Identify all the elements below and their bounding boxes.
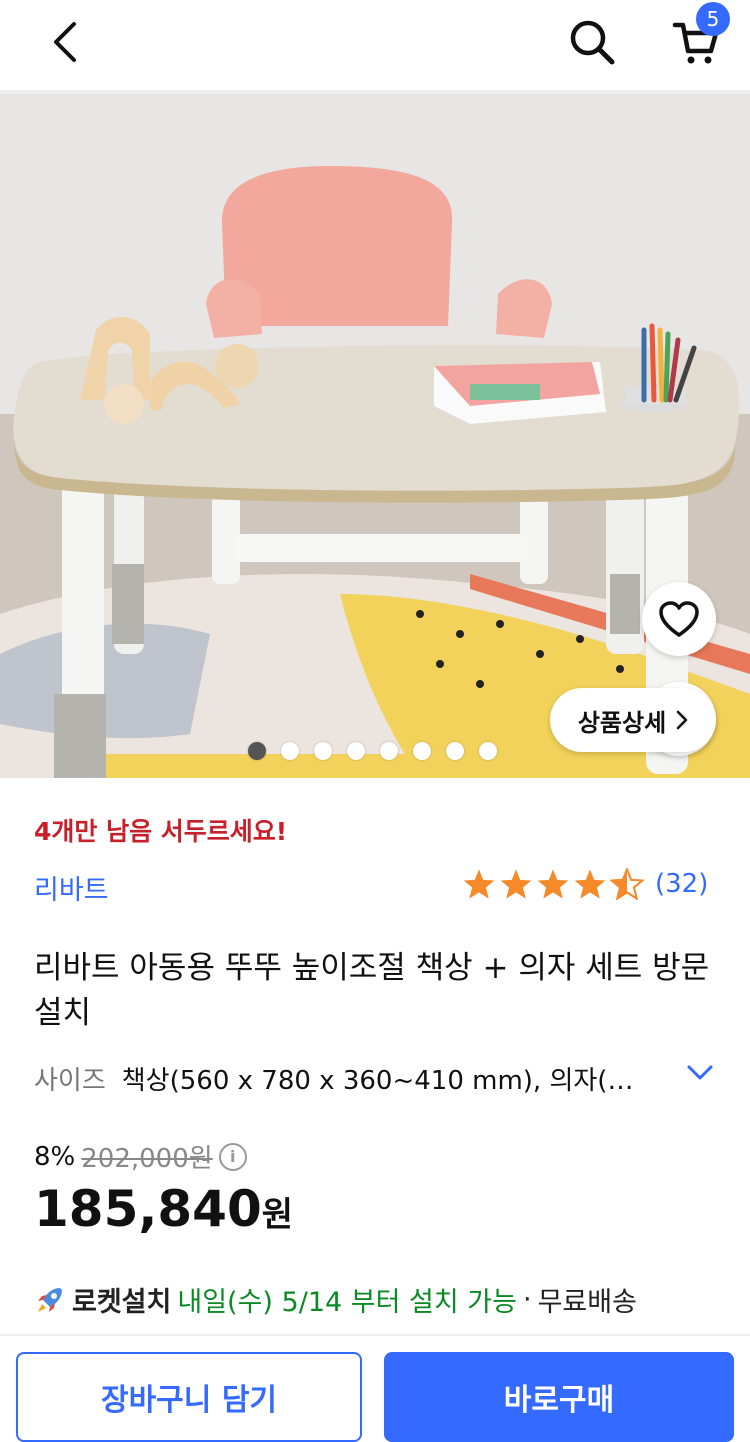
free-shipping: 무료배송 xyxy=(537,1287,637,1318)
product-detail-label: 상품상세 xyxy=(577,708,667,737)
carousel-dot[interactable] xyxy=(446,742,464,760)
chevron-right-icon xyxy=(676,710,688,730)
star-icon xyxy=(574,869,606,899)
star-icon xyxy=(537,869,569,899)
wishlist-button[interactable] xyxy=(642,582,716,656)
cart-count-badge: 5 xyxy=(696,2,730,36)
heart-icon xyxy=(659,601,699,637)
separator: · xyxy=(522,1284,532,1315)
chevron-down-icon xyxy=(687,1065,713,1080)
search-button[interactable] xyxy=(562,12,622,72)
back-button[interactable] xyxy=(38,14,94,70)
delivery-info: 로켓설치 내일(수) 5/14 부터 설치 가능 · 무료배송 xyxy=(34,1280,637,1319)
option-value: 책상(560 x 780 x 360~410 mm), 의자(… xyxy=(121,1066,634,1096)
carousel-dot[interactable] xyxy=(380,742,398,760)
brand-link[interactable]: 리바트 xyxy=(34,868,109,907)
sale-price: 185,840원 xyxy=(34,1180,293,1238)
sale-price-number: 185,840 xyxy=(34,1180,262,1238)
bottom-action-bar: 장바구니 담기 바로구매 xyxy=(0,1334,750,1442)
rocket-icon xyxy=(38,1287,62,1312)
half-star-icon xyxy=(610,868,644,900)
product-photo xyxy=(0,94,750,778)
carousel-dot[interactable] xyxy=(314,742,332,760)
rocket-install-label: 로켓설치 xyxy=(72,1287,172,1318)
stock-notice: 4개만 남음 서두르세요! xyxy=(34,817,288,846)
product-image-carousel[interactable] xyxy=(0,94,750,778)
back-arrow-icon xyxy=(54,22,76,62)
add-to-cart-button[interactable]: 장바구니 담기 xyxy=(16,1352,362,1442)
search-icon xyxy=(570,20,615,65)
discount-rate: 8% xyxy=(34,1141,76,1172)
install-schedule: 내일(수) 5/14 부터 설치 가능 xyxy=(177,1287,517,1318)
carousel-dot[interactable] xyxy=(347,742,365,760)
buy-now-button[interactable]: 바로구매 xyxy=(384,1352,734,1442)
carousel-dot[interactable] xyxy=(479,742,497,760)
product-detail-button[interactable]: 상품상세 xyxy=(550,688,716,752)
carousel-indicators xyxy=(248,742,497,760)
option-label: 사이즈 xyxy=(34,1066,106,1096)
info-icon[interactable]: i xyxy=(218,1142,247,1171)
option-selector[interactable]: 사이즈 책상(560 x 780 x 360~410 mm), 의자(… xyxy=(34,1060,724,1097)
star-icon xyxy=(500,869,532,899)
star-icon xyxy=(463,869,495,899)
carousel-dot[interactable] xyxy=(281,742,299,760)
discount-row: 8% 202,000원 i xyxy=(34,1138,247,1175)
review-count[interactable]: (32) xyxy=(655,869,708,899)
top-bar: 5 xyxy=(0,0,750,94)
product-title: 리바트 아동용 뚜뚜 높이조절 책상 + 의자 세트 방문설치 xyxy=(34,950,710,1031)
rating-summary[interactable]: (32) xyxy=(462,868,708,900)
sale-price-unit: 원 xyxy=(261,1195,294,1235)
original-price: 202,000원 xyxy=(81,1144,213,1174)
carousel-dot[interactable] xyxy=(413,742,431,760)
carousel-dot[interactable] xyxy=(248,742,266,760)
